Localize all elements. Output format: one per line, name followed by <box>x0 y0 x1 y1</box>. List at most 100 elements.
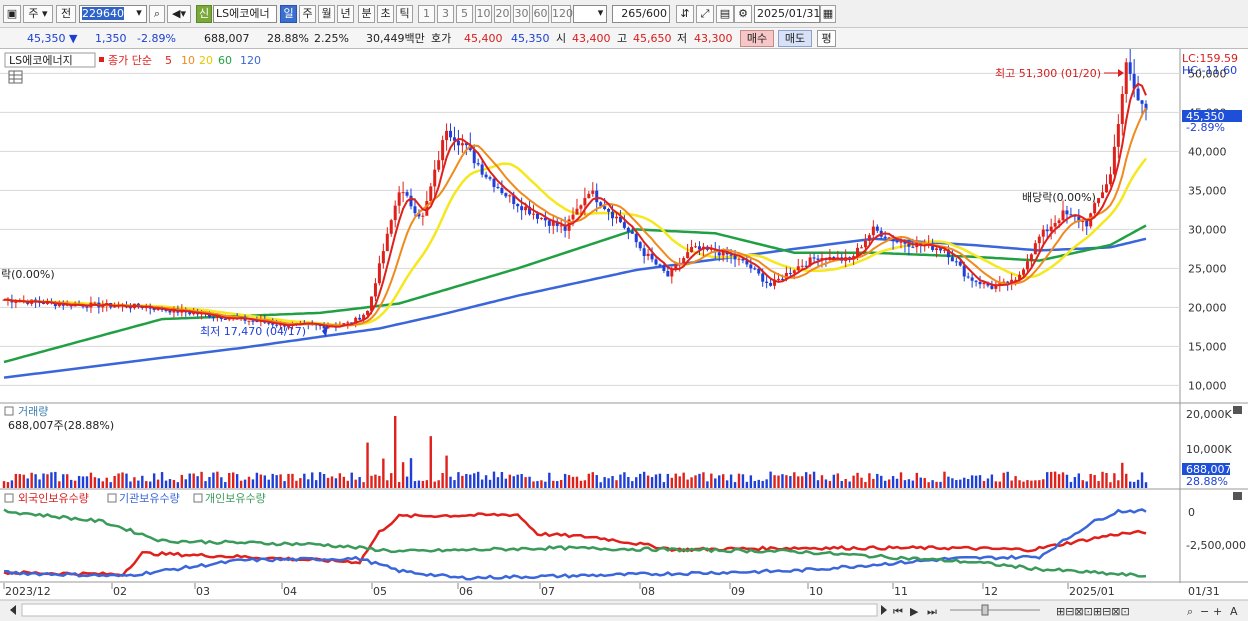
volume-bar <box>168 479 172 488</box>
volume-bar <box>931 480 934 488</box>
volume-bar <box>1081 480 1084 488</box>
high-annotation: 최고 51,300 (01/20) <box>995 67 1101 80</box>
zoom-in-icon[interactable]: + <box>1213 605 1222 618</box>
volume-bar <box>413 481 417 488</box>
draw-tool-icon[interactable]: ⤢ <box>696 5 714 23</box>
save-icon[interactable]: ▤ <box>716 5 734 23</box>
volume-bar <box>915 472 919 488</box>
tab-tick[interactable]: 틱 <box>396 5 413 23</box>
eval-button[interactable]: 평 <box>817 30 836 47</box>
volume-bar <box>488 479 492 488</box>
gear-icon[interactable]: ⚙ <box>734 5 752 23</box>
volume-bar <box>718 475 721 488</box>
interval-120[interactable]: 120 <box>551 5 573 23</box>
volume-bar <box>1046 472 1049 488</box>
interval-60[interactable]: 60 <box>532 5 549 23</box>
zoom-tools-icon[interactable]: ⊞⊟⊠⊡⊞⊟⊠⊡ <box>1056 605 1130 618</box>
price-y-tick: 40,000 <box>1188 145 1227 158</box>
volume-bar <box>1061 472 1065 488</box>
volume-bar <box>939 481 942 488</box>
period-select[interactable]: 주 ▾ <box>23 5 53 23</box>
volume-bar <box>1097 481 1100 488</box>
candle-body <box>1124 62 1128 95</box>
interval-3[interactable]: 3 <box>437 5 454 23</box>
volume-bar <box>1073 477 1077 488</box>
volume-bar <box>911 480 915 488</box>
candle-body <box>535 213 539 219</box>
chevron-down-icon[interactable]: ▾ <box>131 5 147 23</box>
volume-bar <box>1014 476 1017 488</box>
calendar-icon[interactable]: ▦ <box>820 5 836 23</box>
volume-bar <box>646 475 650 488</box>
interval-10[interactable]: 10 <box>475 5 492 23</box>
table-icon[interactable] <box>8 70 23 84</box>
search-icon[interactable]: ⌕ <box>1187 605 1193 618</box>
candle-body <box>974 280 978 282</box>
volume-bar <box>793 472 796 488</box>
speaker-icon[interactable]: ◀▾ <box>167 5 191 23</box>
volume-title: 거래량 <box>18 405 48 418</box>
interval-1[interactable]: 1 <box>418 5 435 23</box>
holding-y-tick-2: -2,500,000 <box>1186 539 1246 552</box>
volume-bar <box>401 462 405 488</box>
zoom-out-icon[interactable]: − <box>1200 605 1209 618</box>
scroll-play-icon[interactable]: ▶ <box>910 605 919 618</box>
interval-30[interactable]: 30 <box>513 5 530 23</box>
volume-bar <box>42 473 45 488</box>
candle-body <box>579 205 583 209</box>
volume-bar <box>1022 481 1025 488</box>
volume-bar <box>682 472 685 488</box>
volume-bar <box>433 481 436 488</box>
left-annotation: 락(0.00%) <box>1 268 55 281</box>
tab-year[interactable]: 년 <box>337 5 354 23</box>
stock-name-field[interactable]: LS에코에너 <box>213 5 277 23</box>
close-icon[interactable] <box>1233 406 1242 414</box>
candle-icon[interactable]: ⇵ <box>676 5 694 23</box>
volume-bar <box>1125 473 1128 488</box>
volume-rate: 28.88% <box>267 32 309 45</box>
volume-bar <box>761 480 764 488</box>
count-field[interactable]: 265/600 <box>612 5 670 23</box>
volume-bar <box>840 481 843 488</box>
candle-body <box>1112 146 1116 175</box>
tab-minute[interactable]: 분 <box>358 5 375 23</box>
tab-second[interactable]: 초 <box>377 5 394 23</box>
stock-chart[interactable]: LS에코에너지 종가 단순 5 10 20 60 120 최고 51,300 (… <box>0 49 1248 621</box>
volume-bar <box>1144 482 1148 488</box>
volume-bar <box>397 482 401 488</box>
candle-body <box>958 261 962 266</box>
candle-body <box>385 233 389 252</box>
prev-button[interactable]: 전 <box>56 5 76 23</box>
candle-body <box>496 187 500 189</box>
price-y-tick: 30,000 <box>1188 223 1227 236</box>
volume-bar <box>303 473 306 488</box>
font-size-icon[interactable]: A <box>1230 605 1238 618</box>
volume-bar <box>251 479 255 488</box>
volume-y-tick-1: 20,000K <box>1186 408 1232 421</box>
close-icon[interactable] <box>1233 492 1242 500</box>
volume-bar <box>73 480 77 488</box>
x-axis-label: 08 <box>641 585 655 598</box>
scroll-first-icon[interactable]: ⏮ <box>893 605 903 618</box>
scrollbar-track[interactable] <box>21 603 878 617</box>
date-field[interactable]: 2025/01/31 <box>754 5 820 23</box>
legend-individual: 개인보유수량 <box>205 492 266 505</box>
tab-day[interactable]: 일 <box>280 5 297 23</box>
scroll-last-icon[interactable]: ⏭ <box>927 605 937 618</box>
volume-bar <box>757 479 760 488</box>
sell-button[interactable]: 매도 <box>778 30 812 47</box>
chevron-down-icon[interactable]: ▾ <box>594 5 607 23</box>
zoom-slider-handle[interactable] <box>981 604 989 616</box>
candle-body <box>1104 184 1108 193</box>
tab-month[interactable]: 월 <box>318 5 335 23</box>
low-value: 43,300 <box>694 32 733 45</box>
window-icon[interactable]: ▣ <box>3 5 21 23</box>
interval-5[interactable]: 5 <box>456 5 473 23</box>
volume-bar <box>314 480 318 488</box>
tab-week[interactable]: 주 <box>299 5 316 23</box>
interval-20[interactable]: 20 <box>494 5 511 23</box>
search-icon[interactable]: ⌕ <box>149 5 165 23</box>
price-y-tick: 20,000 <box>1188 301 1227 314</box>
volume-bar <box>544 481 547 488</box>
buy-button[interactable]: 매수 <box>740 30 774 47</box>
